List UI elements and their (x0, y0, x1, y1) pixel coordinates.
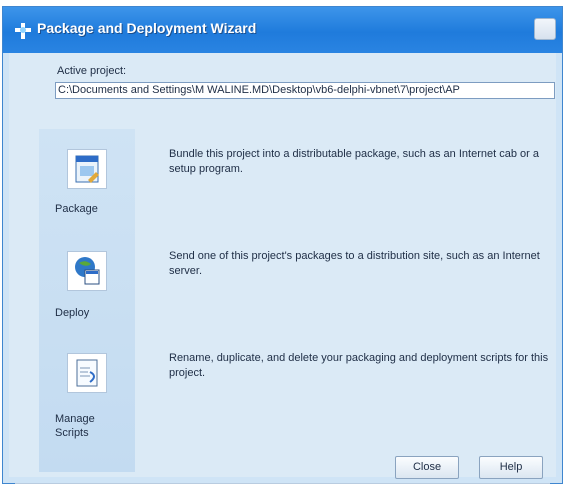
client-area: Active project: C:\Documents and Setting… (9, 53, 556, 484)
close-window-button[interactable] (534, 18, 556, 40)
active-project-label: Active project: (57, 65, 127, 77)
deploy-label[interactable]: Deploy (55, 307, 89, 319)
wizard-app-icon (15, 23, 31, 39)
deploy-icon[interactable] (67, 251, 107, 291)
package-description: Bundle this project into a distributable… (169, 148, 539, 175)
active-project-path-field[interactable]: C:\Documents and Settings\M WALINE.MD\De… (55, 82, 555, 99)
package-label[interactable]: Package (55, 203, 98, 215)
close-button[interactable]: Close (395, 456, 459, 479)
help-button[interactable]: Help (479, 456, 543, 479)
manage-scripts-icon[interactable] (67, 353, 107, 393)
title-bar[interactable]: Package and Deployment Wizard (3, 7, 562, 53)
deploy-description: Send one of this project's packages to a… (169, 250, 540, 277)
manage-label-line1[interactable]: Manage (55, 413, 95, 425)
bottom-divider (15, 483, 550, 484)
manage-label-line2[interactable]: Scripts (55, 427, 89, 439)
package-icon[interactable] (67, 149, 107, 189)
wizard-window: Package and Deployment Wizard Active pro… (2, 6, 563, 484)
manage-scripts-description: Rename, duplicate, and delete your packa… (169, 352, 549, 379)
window-title: Package and Deployment Wizard (37, 20, 257, 36)
